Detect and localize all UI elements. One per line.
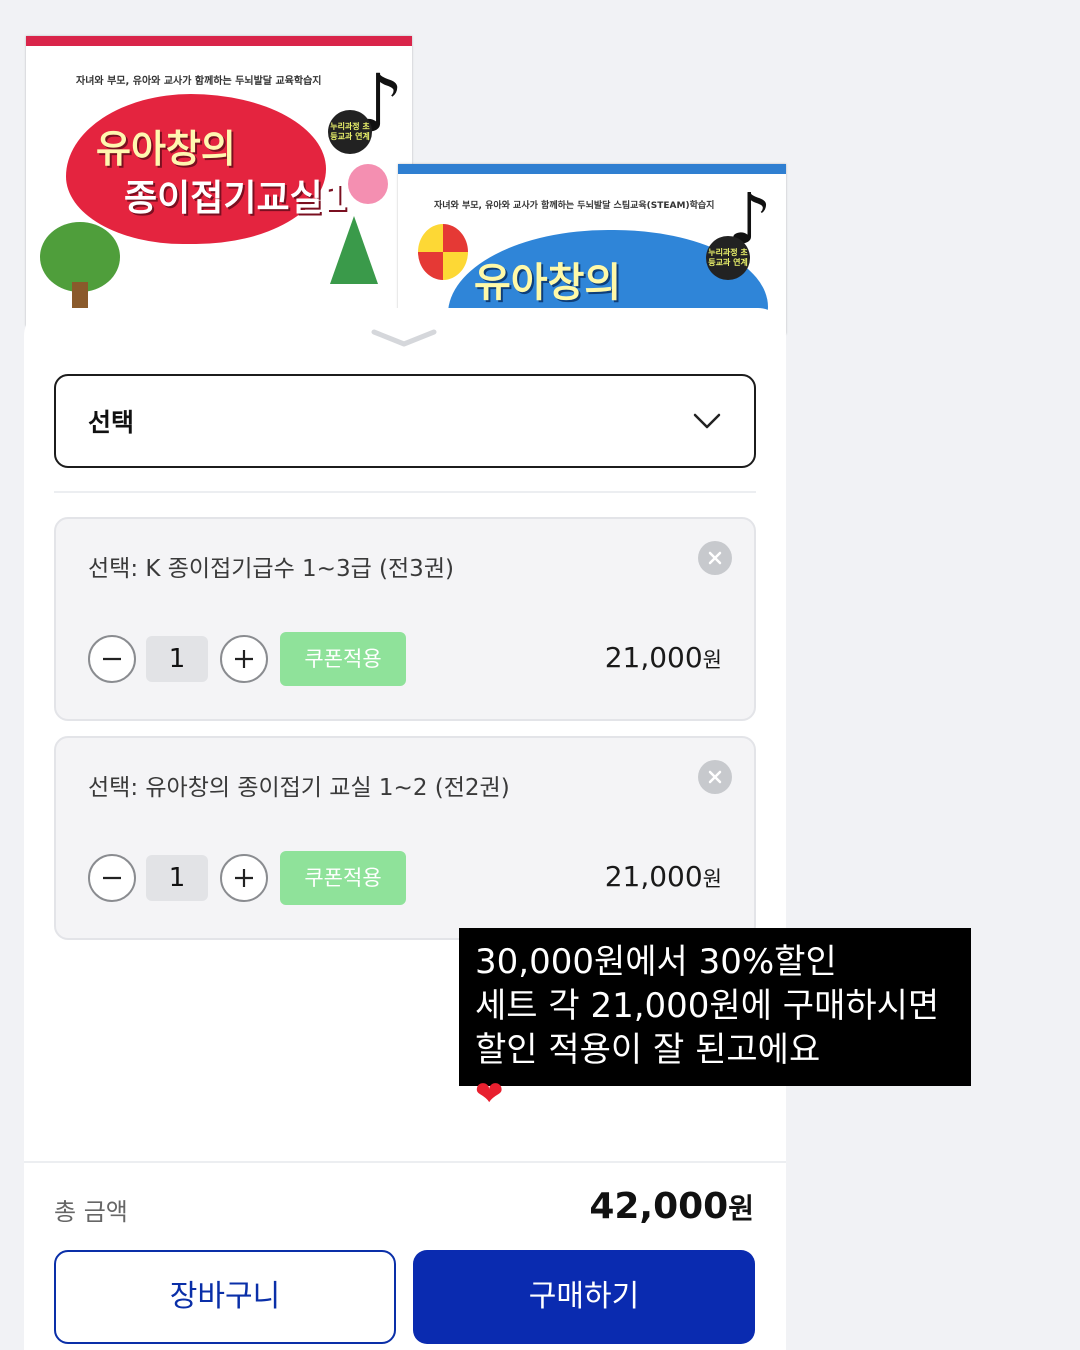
decrease-quantity-button[interactable] — [88, 635, 136, 683]
increase-quantity-button[interactable] — [220, 635, 268, 683]
book1-badge: 누리과정 초등교과 연계 — [328, 110, 372, 154]
total-label: 총 금액 — [54, 1198, 128, 1226]
book1-title: 유아창의 종이접기교실1 — [96, 124, 348, 224]
heart-emoji: ❤ — [475, 1074, 504, 1114]
minus-icon — [103, 876, 121, 880]
option-name: 선택: 유아창의 종이접기 교실 1~2 (전2권) — [88, 775, 510, 801]
chevron-down-icon — [693, 413, 721, 429]
book2-subtitle: 자녀와 부모, 유아와 교사가 함께하는 두뇌발달 스팀교육(STEAM)학습지 — [434, 201, 715, 211]
pine-tree-illustration — [330, 216, 378, 284]
total-amount-currency: 원 — [728, 1192, 754, 1225]
close-icon — [708, 770, 722, 784]
add-to-cart-button[interactable]: 장바구니 — [54, 1250, 396, 1344]
sheet-handle-icon[interactable] — [370, 326, 438, 350]
caption-line3: 할인 적용이 잘 된고에요 ❤ — [475, 1028, 955, 1116]
book2-title: 유아창의 — [474, 260, 622, 306]
buy-now-button[interactable]: 구매하기 — [413, 1250, 755, 1344]
plus-icon — [235, 650, 253, 668]
remove-option-button[interactable] — [698, 541, 732, 575]
balloon-illustration — [418, 224, 468, 280]
quantity-input[interactable]: 1 — [146, 855, 208, 901]
selected-option-item: 선택: 유아창의 종이접기 교실 1~2 (전2권) 1 쿠폰적용 21,000… — [54, 736, 756, 940]
total-amount: 42,000원 — [589, 1186, 754, 1227]
option-price-currency: 원 — [702, 648, 722, 672]
book1-subtitle: 자녀와 부모, 유아와 교사가 함께하는 두뇌발달 교육학습지 — [76, 76, 322, 87]
caption-line1: 30,000원에서 30%할인 — [475, 942, 837, 982]
option-select-label: 선택 — [88, 408, 135, 437]
quantity-input[interactable]: 1 — [146, 636, 208, 682]
increase-quantity-button[interactable] — [220, 854, 268, 902]
remove-option-button[interactable] — [698, 760, 732, 794]
minus-icon — [103, 657, 121, 661]
caption-line2: 세트 각 21,000원에 구매하시면 — [475, 986, 940, 1026]
option-price: 21,000원 — [605, 641, 722, 674]
option-bottom-sheet: 선택 선택: K 종이접기급수 1~3급 (전3권) 1 쿠폰적용 21,000… — [24, 308, 786, 1350]
product-image-book1: 자녀와 부모, 유아와 교사가 함께하는 두뇌발달 교육학습지 유아창의 종이접… — [26, 36, 412, 326]
option-select-dropdown[interactable]: 선택 — [54, 374, 756, 468]
flower-illustration — [348, 164, 388, 204]
divider — [54, 491, 756, 493]
book1-title-line1: 유아창의 — [96, 127, 236, 171]
divider — [24, 1161, 786, 1163]
total-amount-value: 42,000 — [589, 1186, 729, 1227]
selected-option-item: 선택: K 종이접기급수 1~3급 (전3권) 1 쿠폰적용 21,000원 — [54, 517, 756, 721]
caption-overlay: 30,000원에서 30%할인 세트 각 21,000원에 구매하시면 할인 적… — [459, 928, 971, 1114]
apply-coupon-button[interactable]: 쿠폰적용 — [280, 632, 406, 686]
option-name: 선택: K 종이접기급수 1~3급 (전3권) — [88, 556, 454, 582]
decrease-quantity-button[interactable] — [88, 854, 136, 902]
plus-icon — [235, 869, 253, 887]
caption-line3-text: 할인 적용이 잘 된고에요 — [475, 1030, 821, 1070]
apply-coupon-button[interactable]: 쿠폰적용 — [280, 851, 406, 905]
option-price-currency: 원 — [702, 867, 722, 891]
book1-title-line2: 종이접기교실1 — [124, 178, 348, 219]
book2-badge: 누리과정 초등교과 연계 — [706, 236, 750, 280]
option-price: 21,000원 — [605, 860, 722, 893]
close-icon — [708, 551, 722, 565]
option-price-value: 21,000 — [604, 641, 703, 674]
option-price-value: 21,000 — [604, 860, 703, 893]
